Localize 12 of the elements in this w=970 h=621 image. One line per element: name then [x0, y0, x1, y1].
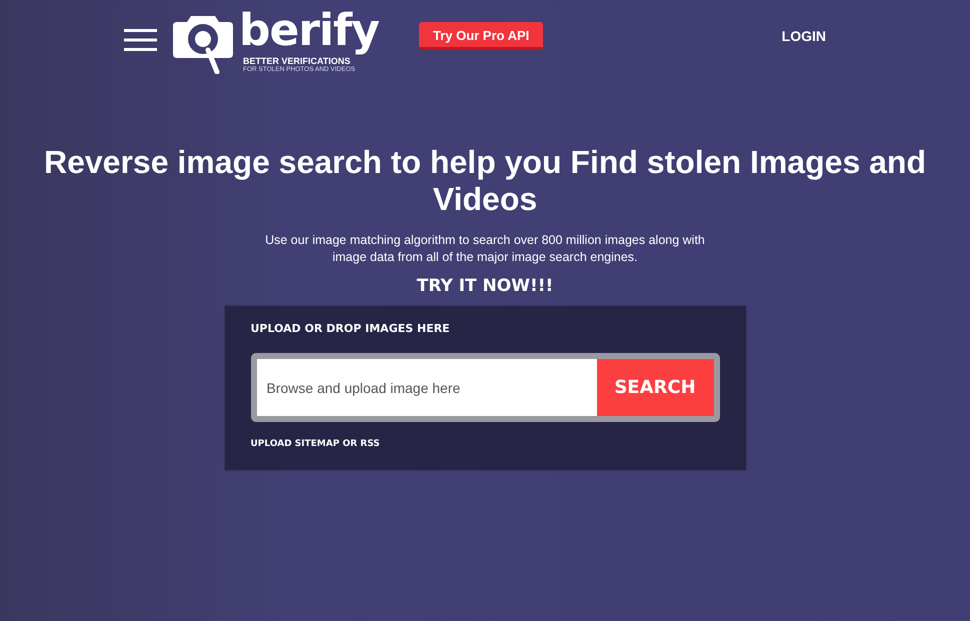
upload-label: UPLOAD OR DROP IMAGES HERE: [250, 322, 451, 335]
hero-title: Reverse image search to help you Find stolen Images and Videos: [42, 144, 928, 218]
try-it-now-text: TRY IT NOW!!!: [416, 276, 554, 296]
upload-sitemap-link[interactable]: UPLOAD SITEMAP OR RSS: [250, 439, 380, 449]
brand-tagline: BETTER VERIFICATIONS: [243, 56, 352, 66]
login-link[interactable]: LOGIN: [782, 28, 826, 44]
search-button[interactable]: SEARCH: [596, 359, 714, 416]
brand-name: berify: [239, 6, 379, 56]
menu-icon[interactable]: [124, 29, 157, 51]
pro-api-button[interactable]: Try Our Pro API: [418, 22, 544, 50]
upload-field[interactable]: Browse and upload image here SEARCH: [250, 353, 720, 422]
hero-subtitle: Use our image matching algorithm to search over 800 million images along with image data from all of the major image search engines.: [264, 232, 706, 266]
